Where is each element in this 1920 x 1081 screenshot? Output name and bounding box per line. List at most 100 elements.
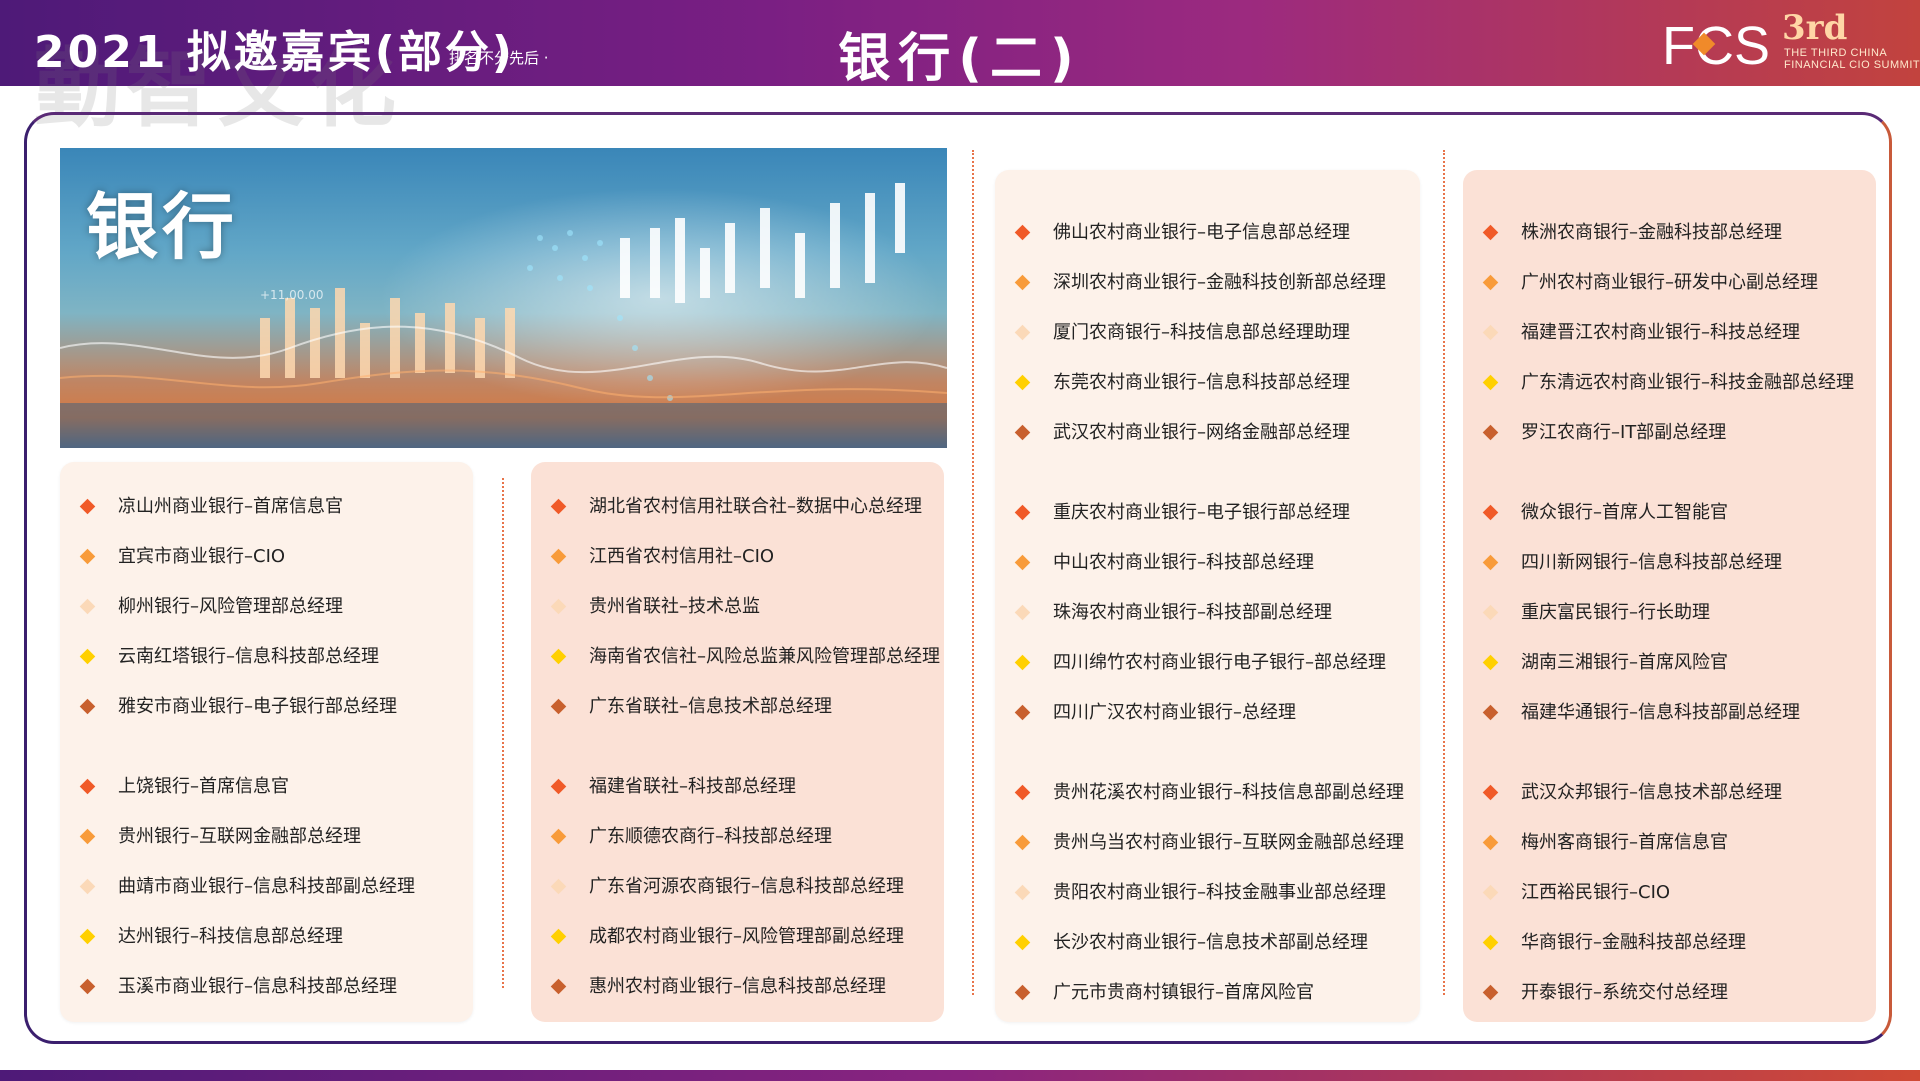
guest-title: 四川新网银行–信息科技部总经理 [1521, 552, 1782, 573]
bullet-diamond-icon [79, 598, 96, 615]
guest-title: 广元市贵商村镇银行–首席风险官 [1053, 982, 1314, 1003]
bullet-diamond-icon [1482, 554, 1499, 571]
bullet-diamond-icon [1482, 784, 1499, 801]
bullet-diamond-icon [550, 878, 567, 895]
bullet-diamond-icon [1482, 704, 1499, 721]
guest-title: 东莞农村商业银行–信息科技部总经理 [1053, 372, 1350, 393]
bullet-diamond-icon [1482, 224, 1499, 241]
guest-title: 江西裕民银行–CIO [1521, 882, 1671, 903]
guest-card-1: 凉山州商业银行–首席信息官 宜宾市商业银行–CIO 柳州银行–风险管理部总经理 云南红… [60, 462, 473, 1022]
bullet-diamond-icon [1482, 424, 1499, 441]
bullet-diamond-icon [79, 498, 96, 515]
bullet-diamond-icon [79, 698, 96, 715]
guest-title: 四川绵竹农村商业银行电子银行–部总经理 [1053, 652, 1386, 673]
guest-title: 贵州银行–互联网金融部总经理 [118, 826, 361, 847]
guest-title: 海南省农信社–风险总监兼风险管理部总经理 [589, 646, 940, 667]
guest-title: 上饶银行–首席信息官 [118, 776, 289, 797]
hero-title: 银行 [86, 185, 239, 269]
guest-title: 四川广汉农村商业银行–总经理 [1053, 702, 1296, 723]
bullet-diamond-icon [79, 648, 96, 665]
guest-title: 中山农村商业银行–科技部总经理 [1053, 552, 1314, 573]
bullet-diamond-icon [1482, 934, 1499, 951]
divider-2 [972, 150, 974, 995]
hero-tick-label: +11,00.00 [260, 288, 324, 302]
header-bar: 勤智文化 2021 拟邀嘉宾(部分) 排名不分先后 · 银行(二) FCS 3r… [0, 0, 1920, 139]
bullet-diamond-icon [550, 648, 567, 665]
bullet-diamond-icon [550, 598, 567, 615]
logo-subtitle-line2: FINANCIAL CIO SUMMIT [1784, 59, 1920, 71]
guest-title: 重庆农村商业银行–电子银行部总经理 [1053, 502, 1350, 523]
guest-title: 华商银行–金融科技部总经理 [1521, 932, 1746, 953]
guest-title: 广州农村商业银行–研发中心副总经理 [1521, 272, 1818, 293]
guest-title: 贵州花溪农村商业银行–科技信息部副总经理 [1053, 782, 1404, 803]
guest-title: 江西省农村信用社–CIO [589, 546, 775, 567]
fcs-logo: FCS [1662, 16, 1770, 72]
bullet-diamond-icon [550, 548, 567, 565]
guest-title: 武汉众邦银行–信息技术部总经理 [1521, 782, 1782, 803]
bullet-diamond-icon [1482, 654, 1499, 671]
bullet-diamond-icon [1482, 324, 1499, 341]
footer-bar [0, 1070, 1920, 1081]
guest-title: 达州银行–科技信息部总经理 [118, 926, 343, 947]
divider-3 [1443, 150, 1445, 995]
hero-image: 银行 +11,00.00 [60, 148, 947, 448]
guest-title: 重庆富民银行–行长助理 [1521, 602, 1710, 623]
bullet-diamond-icon [79, 778, 96, 795]
guest-title: 湖南三湘银行–首席风险官 [1521, 652, 1728, 673]
bullet-diamond-icon [79, 828, 96, 845]
guest-card-2: 湖北省农村信用社联合社–数据中心总经理 江西省农村信用社–CIO 贵州省联社–技术总… [531, 462, 944, 1022]
bullet-diamond-icon [1014, 504, 1031, 521]
bullet-diamond-icon [550, 778, 567, 795]
guest-title: 佛山农村商业银行–电子信息部总经理 [1053, 222, 1350, 243]
bullet-diamond-icon [1482, 374, 1499, 391]
bullet-diamond-icon [1014, 884, 1031, 901]
guest-title: 罗江农商行–IT部副总经理 [1521, 422, 1727, 443]
guest-title: 柳州银行–风险管理部总经理 [118, 596, 343, 617]
page-title: 银行(二) [838, 29, 1082, 89]
guest-title: 湖北省农村信用社联合社–数据中心总经理 [589, 496, 922, 517]
bullet-diamond-icon [79, 928, 96, 945]
guest-title: 惠州农村商业银行–信息科技部总经理 [589, 976, 886, 997]
guest-title: 福建省联社–科技部总经理 [589, 776, 796, 797]
bullet-diamond-icon [550, 928, 567, 945]
guest-title: 广东清远农村商业银行–科技金融部总经理 [1521, 372, 1854, 393]
bullet-diamond-icon [1482, 884, 1499, 901]
divider-1 [502, 478, 504, 988]
logo-subtitle-line1: THE THIRD CHINA [1784, 47, 1888, 59]
bullet-diamond-icon [1014, 224, 1031, 241]
guest-title: 雅安市商业银行–电子银行部总经理 [118, 696, 397, 717]
guest-title: 贵阳农村商业银行–科技金融事业部总经理 [1053, 882, 1386, 903]
guest-title: 梅州客商银行–首席信息官 [1521, 832, 1728, 853]
bullet-diamond-icon [1014, 704, 1031, 721]
bullet-diamond-icon [1014, 554, 1031, 571]
guest-title: 开泰银行–系统交付总经理 [1521, 982, 1728, 1003]
guest-title: 贵州乌当农村商业银行–互联网金融部总经理 [1053, 832, 1404, 853]
bullet-diamond-icon [1482, 984, 1499, 1001]
bullet-diamond-icon [1014, 324, 1031, 341]
bullet-diamond-icon [79, 548, 96, 565]
guest-title: 凉山州商业银行–首席信息官 [118, 496, 343, 517]
fcs-logo-text: FCS [1662, 16, 1770, 72]
bullet-diamond-icon [1482, 504, 1499, 521]
guest-title: 广东顺德农商行–科技部总经理 [589, 826, 832, 847]
bullet-diamond-icon [1014, 784, 1031, 801]
guest-title: 株洲农商银行–金融科技部总经理 [1521, 222, 1782, 243]
guest-title: 微众银行–首席人工智能官 [1521, 502, 1728, 523]
bullet-diamond-icon [1482, 834, 1499, 851]
guest-card-4: 株洲农商银行–金融科技部总经理广州农村商业银行–研发中心副总经理 福建晋江农村商业… [1463, 170, 1876, 1022]
guest-card-3: 佛山农村商业银行–电子信息部总经理深圳农村商业银行–金融科技创新部总经理 厦门农商… [995, 170, 1420, 1022]
bullet-diamond-icon [550, 498, 567, 515]
bullet-diamond-icon [550, 698, 567, 715]
bullet-diamond-icon [1014, 934, 1031, 951]
guest-title: 深圳农村商业银行–金融科技创新部总经理 [1053, 272, 1386, 293]
guest-title: 福建晋江农村商业银行–科技总经理 [1521, 322, 1800, 343]
guest-title: 厦门农商银行–科技信息部总经理助理 [1053, 322, 1350, 343]
bullet-diamond-icon [1014, 274, 1031, 291]
bullet-diamond-icon [1014, 604, 1031, 621]
bullet-diamond-icon [1482, 604, 1499, 621]
guest-title: 贵州省联社–技术总监 [589, 596, 760, 617]
guest-title: 珠海农村商业银行–科技部副总经理 [1053, 602, 1332, 623]
bullet-diamond-icon [1014, 424, 1031, 441]
logo-edition: 3rd [1782, 8, 1848, 48]
guest-title: 广东省河源农商银行–信息科技部总经理 [589, 876, 904, 897]
